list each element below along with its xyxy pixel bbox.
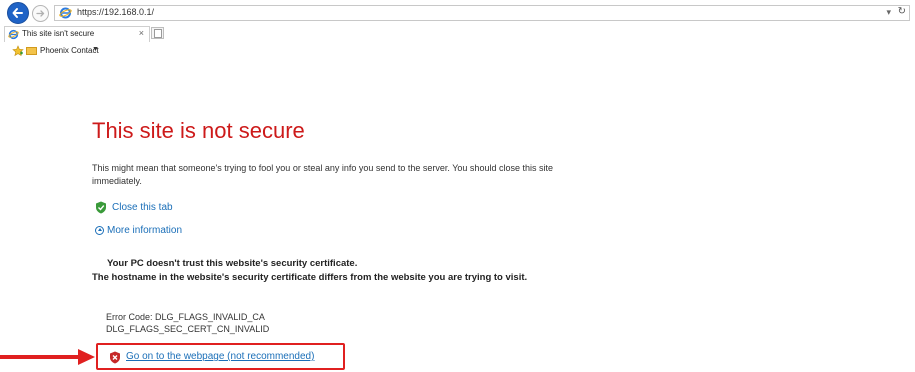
forward-button[interactable] [32,5,49,22]
ie-icon [8,29,19,40]
more-information-link[interactable]: More information [107,225,182,236]
error-code-line-2: DLG_FLAGS_SEC_CERT_CN_INVALID [106,324,270,334]
refresh-icon[interactable]: ↻ [898,6,906,17]
hostname-message: The hostname in the website's security c… [92,272,528,283]
green-shield-icon [96,201,106,214]
address-bar[interactable]: https://192.168.0.1/ ▾ ↻ [54,5,910,21]
chevron-down-icon[interactable]: ▼ [92,46,99,53]
favorites-star-icon[interactable] [12,45,24,57]
tab-title: This site isn't secure [22,29,95,38]
page-title: This site is not secure [92,118,305,143]
address-url[interactable]: https://192.168.0.1/ [77,7,154,17]
go-on-highlight-box: Go on to the webpage (not recommended) [96,343,345,370]
trust-message: Your PC doesn't trust this website's sec… [107,258,358,269]
browser-toolbar: https://192.168.0.1/ ▾ ↻ [0,0,915,26]
tab-close-icon[interactable]: × [139,28,144,38]
warning-description: This might mean that someone's trying to… [92,163,553,186]
back-button[interactable] [7,2,29,24]
back-arrow-icon [12,8,23,18]
folder-icon [26,47,37,55]
error-code-line-1: Error Code: DLG_FLAGS_INVALID_CA [106,312,265,322]
info-chevron-icon [95,226,104,235]
red-shield-icon [110,351,120,364]
go-on-to-webpage-link[interactable]: Go on to the webpage (not recommended) [126,351,314,362]
close-tab-link[interactable]: Close this tab [112,202,173,213]
address-dropdown-icon[interactable]: ▾ [886,7,891,18]
red-arrow-icon [0,349,95,365]
favorites-bar: Phoenix Contact ▼ [0,44,915,60]
forward-arrow-icon [36,10,45,17]
tab-strip: This site isn't secure × [0,26,915,42]
ie-icon [59,7,72,19]
tab-active[interactable]: This site isn't secure × [4,26,150,42]
new-tab-icon[interactable] [151,27,164,39]
favorites-folder-label[interactable]: Phoenix Contact [40,46,99,55]
